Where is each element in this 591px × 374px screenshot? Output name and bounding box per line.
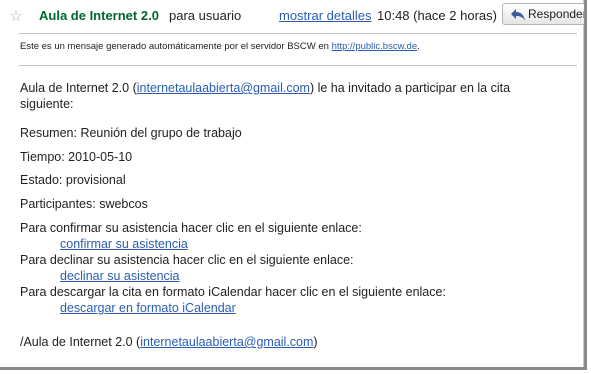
intro-line: Aula de Internet 2.0 (internetaulaabiert… [20,80,510,96]
email-message-frame: ☆ Aula de Internet 2.0 para usuario most… [0,0,587,370]
reply-button[interactable]: Responder [502,3,587,25]
message-time: 10:48 (hace 2 horas) [377,8,497,23]
decline-attendance-link[interactable]: declinar su asistencia [60,268,180,284]
sender-email-link[interactable]: internetaulaabierta@gmail.com [137,81,310,95]
auto-generated-notice: Este es un mensaje generado automáticame… [20,40,420,54]
reply-label: Responder [528,7,587,21]
recipient-label: para usuario [169,8,242,23]
notice-text: Este es un mensaje generado automáticame… [20,41,329,52]
signature-line: /Aula de Internet 2.0 (internetaulaabier… [20,334,318,350]
signature-email-link[interactable]: internetaulaabierta@gmail.com [140,335,313,349]
message-header: ☆ Aula de Internet 2.0 para usuario most… [0,0,587,32]
confirm-link-text[interactable]: confirmar su asistencia [60,237,188,251]
intro-text: Aula de Internet 2.0 ( [20,81,137,95]
show-details-link[interactable]: mostrar detalles [279,0,371,32]
download-icalendar-link[interactable]: descargar en formato iCalendar [60,300,236,316]
download-link-text[interactable]: descargar en formato iCalendar [60,301,236,315]
download-instruction: Para descargar la cita en formato iCalen… [20,285,446,299]
intro-text-end: ) le ha invitado a participar en la cita [309,81,511,95]
decline-link-text[interactable]: declinar su asistencia [60,269,180,283]
reply-arrow-icon [510,5,526,23]
participants-field: Participantes: swebcos [20,197,148,211]
intro-line-2: siguiente: [20,97,74,111]
status-field: Estado: provisional [20,173,126,187]
confirm-attendance-link[interactable]: confirmar su asistencia [60,236,188,252]
star-icon[interactable]: ☆ [8,9,24,25]
signature-text-end: ) [313,335,318,349]
sender-name[interactable]: Aula de Internet 2.0 [39,0,159,32]
bscw-server-link[interactable]: http://public.bscw.de [332,41,418,52]
confirm-instruction: Para confirmar su asistencia hacer clic … [20,221,362,235]
time-field: Tiempo: 2010-05-10 [20,150,133,164]
divider [19,33,577,34]
decline-instruction: Para declinar su asistencia hacer clic e… [20,253,354,267]
signature-text: /Aula de Internet 2.0 ( [20,335,141,349]
notice-suffix: . [417,41,420,52]
summary-field: Resumen: Reunión del grupo de trabajo [20,126,242,140]
divider [19,65,577,66]
